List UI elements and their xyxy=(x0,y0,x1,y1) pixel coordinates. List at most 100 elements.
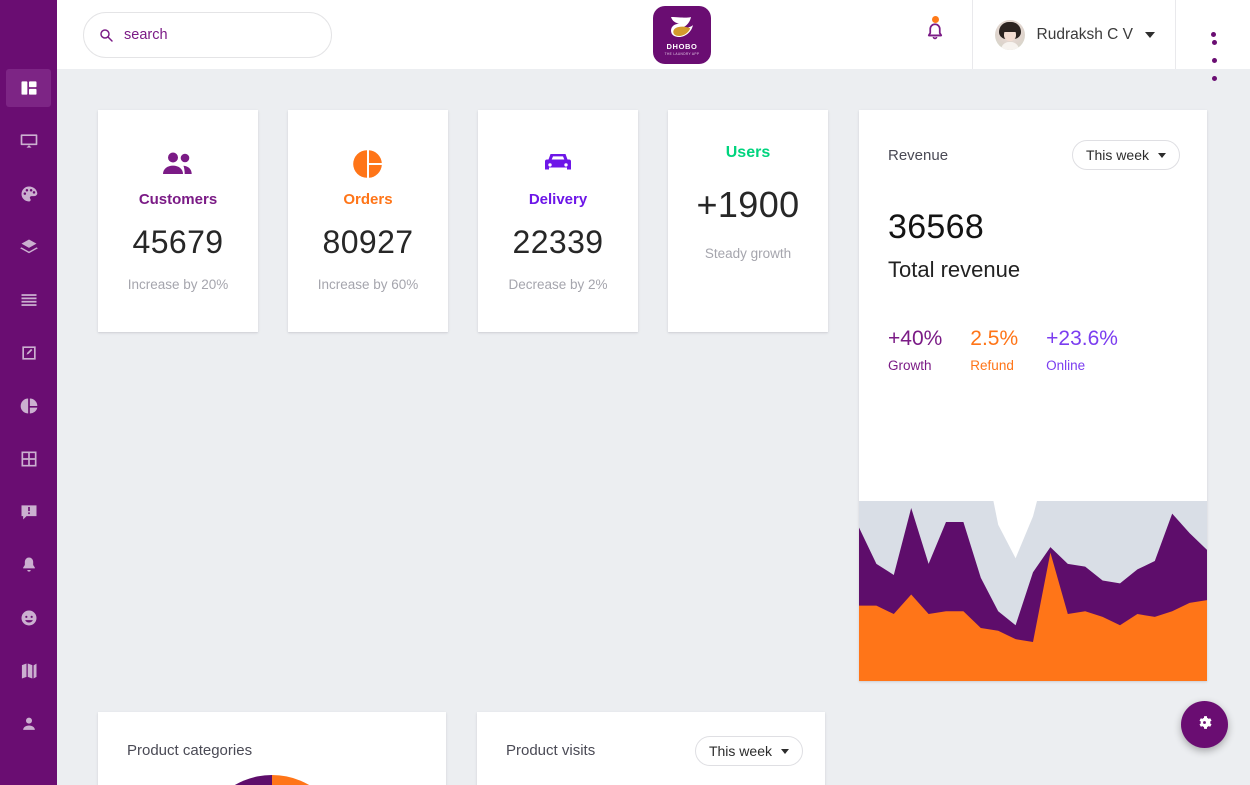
sidebar-item-alerts[interactable] xyxy=(6,493,51,531)
pie-segment-icon xyxy=(353,147,383,181)
revenue-amount: 36568 xyxy=(888,208,985,246)
revenue-period-label: This week xyxy=(1085,147,1149,163)
panel-title: Product visits xyxy=(506,742,596,759)
logo-wordmark: DHOBO xyxy=(666,42,698,51)
search-input[interactable] xyxy=(124,26,317,43)
revenue-metric-online: +23.6% Online xyxy=(1046,327,1118,373)
person-icon xyxy=(19,714,39,734)
notification-badge-dot xyxy=(931,16,939,23)
revenue-metric-refund: 2.5% Refund xyxy=(970,327,1018,373)
revenue-metrics: +40% Growth 2.5% Refund +23.6% Online xyxy=(859,283,1207,373)
monitor-icon xyxy=(19,131,39,151)
revenue-area-chart xyxy=(859,501,1207,681)
user-name: Rudraksh C V xyxy=(1036,25,1133,43)
product-visits-panel: Product visits This week xyxy=(477,712,825,785)
sidebar-item-forms[interactable] xyxy=(6,334,51,372)
stat-subtext: Increase by 60% xyxy=(317,277,419,292)
revenue-title: Revenue xyxy=(888,146,949,164)
sidebar xyxy=(0,0,57,785)
sidebar-item-screen[interactable] xyxy=(6,122,51,160)
sidebar-item-account[interactable] xyxy=(6,705,51,743)
stat-label: Customers xyxy=(138,191,218,208)
stat-value: 80927 xyxy=(322,224,414,260)
revenue-panel: Revenue This week 36568 Total revenue +4… xyxy=(859,110,1207,681)
app-root: DHOBO THE LAUNDRY APP Rudraksh C V xyxy=(0,0,1250,785)
grid-icon xyxy=(19,449,39,469)
stat-value: 45679 xyxy=(132,224,224,260)
stat-value: +1900 xyxy=(696,184,800,225)
header-actions: Rudraksh C V xyxy=(898,0,1250,81)
more-options-icon xyxy=(1210,32,1218,81)
bird-logo-icon xyxy=(667,14,697,40)
stat-subtext: Steady growth xyxy=(704,246,792,261)
logo-tagline: THE LAUNDRY APP xyxy=(664,52,700,56)
people-icon xyxy=(161,147,195,181)
revenue-header: Revenue This week xyxy=(859,110,1207,170)
chevron-down-icon xyxy=(1145,31,1155,38)
sidebar-item-notifications[interactable] xyxy=(6,546,51,584)
sidebar-item-dashboard[interactable] xyxy=(6,69,51,107)
bell-icon xyxy=(924,20,946,49)
sidebar-item-maps[interactable] xyxy=(6,652,51,690)
metric-value: +40% xyxy=(888,327,943,350)
visits-period-dropdown[interactable]: This week xyxy=(694,736,803,766)
metric-label: Growth xyxy=(888,358,932,373)
stat-value: 22339 xyxy=(512,224,604,260)
stat-subtext: Decrease by 2% xyxy=(508,277,608,292)
metric-label: Refund xyxy=(970,358,1014,373)
stat-label: Users xyxy=(725,144,771,161)
app-logo[interactable]: DHOBO THE LAUNDRY APP xyxy=(653,6,711,64)
alert-message-icon xyxy=(19,502,39,522)
stat-card-orders[interactable]: Orders 80927 Increase by 60% xyxy=(288,110,448,332)
more-options-button[interactable] xyxy=(1176,0,1250,81)
stat-subtext: Increase by 20% xyxy=(127,277,229,292)
chevron-down-icon xyxy=(1158,152,1166,158)
visits-period-label: This week xyxy=(708,743,772,759)
search-box[interactable] xyxy=(83,11,332,58)
product-categories-pie-chart xyxy=(98,775,446,785)
metric-value: 2.5% xyxy=(970,327,1019,350)
revenue-period-dropdown[interactable]: This week xyxy=(1071,140,1180,170)
metric-label: Online xyxy=(1046,358,1086,373)
sidebar-item-layers[interactable] xyxy=(6,228,51,266)
sidebar-item-emoji[interactable] xyxy=(6,599,51,637)
smiley-icon xyxy=(19,608,39,628)
metric-value: +23.6% xyxy=(1046,327,1118,350)
pie-slice[interactable] xyxy=(198,775,272,785)
main-column: DHOBO THE LAUNDRY APP Rudraksh C V xyxy=(15,0,1250,785)
bell-icon xyxy=(19,555,39,575)
dashboard-icon xyxy=(19,78,39,98)
avatar xyxy=(994,19,1025,50)
pie-chart-icon xyxy=(19,396,39,416)
gear-icon xyxy=(1195,713,1214,737)
sidebar-item-charts[interactable] xyxy=(6,387,51,425)
revenue-metric-growth: +40% Growth xyxy=(888,327,942,373)
layers-icon xyxy=(19,237,39,257)
palette-icon xyxy=(19,184,39,204)
notifications-button[interactable] xyxy=(898,0,972,69)
sidebar-item-theme[interactable] xyxy=(6,175,51,213)
sidebar-item-tables[interactable] xyxy=(6,440,51,478)
car-icon xyxy=(542,147,574,181)
panel-title: Product categories xyxy=(127,742,253,759)
top-row: Customers 45679 Increase by 20% Orders 8… xyxy=(98,110,1216,681)
top-header: DHOBO THE LAUNDRY APP Rudraksh C V xyxy=(15,0,1250,81)
search-icon xyxy=(98,27,114,43)
map-icon xyxy=(19,661,39,681)
settings-fab-button[interactable] xyxy=(1181,701,1228,748)
chevron-down-icon xyxy=(781,748,789,754)
stat-cards: Customers 45679 Increase by 20% Orders 8… xyxy=(98,110,828,332)
sidebar-item-list[interactable] xyxy=(6,281,51,319)
stat-label: Delivery xyxy=(528,191,588,208)
stat-card-users[interactable]: Users +1900 Steady growth xyxy=(668,110,828,332)
dashboard-content: Customers 45679 Increase by 20% Orders 8… xyxy=(57,69,1250,785)
product-categories-panel: Product categories Automobiles Machinery xyxy=(98,712,446,785)
pie-slice[interactable] xyxy=(272,775,346,785)
stat-card-delivery[interactable]: Delivery 22339 Decrease by 2% xyxy=(478,110,638,332)
list-icon xyxy=(19,290,39,310)
stat-card-customers[interactable]: Customers 45679 Increase by 20% xyxy=(98,110,258,332)
middle-row: Product categories Automobiles Machinery xyxy=(98,712,1216,785)
stat-label: Orders xyxy=(343,191,393,208)
edit-square-icon xyxy=(19,343,39,363)
user-menu[interactable]: Rudraksh C V xyxy=(971,0,1176,69)
